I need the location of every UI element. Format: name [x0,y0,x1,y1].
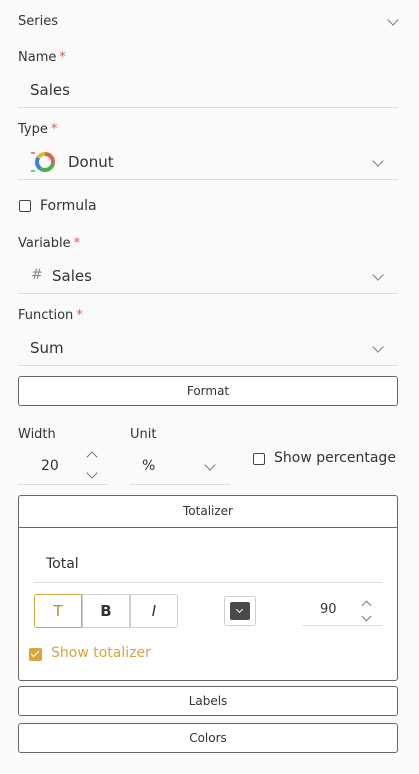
variable-label: Variable * [18,236,81,251]
totalizer-text-input[interactable]: Total [46,556,79,572]
type-underline [18,179,398,180]
chevron-down-icon[interactable] [204,459,216,471]
stepper-down-icon[interactable] [86,467,98,479]
unit-select[interactable]: % [142,458,155,474]
variable-underline [18,293,398,294]
formula-checkbox[interactable] [19,200,31,212]
colors-button[interactable]: Colors [18,723,398,753]
font-size-input[interactable]: 90 [320,602,337,617]
show-percentage-checkbox[interactable] [253,453,265,465]
color-picker[interactable] [224,596,256,626]
text-style-button[interactable]: T [34,594,82,628]
chevron-down-icon[interactable] [372,341,384,353]
formula-label: Formula [40,198,97,214]
unit-label: Unit [130,427,157,442]
type-select[interactable]: Donut [68,153,114,171]
totalizer-header[interactable]: Totalizer [18,495,398,528]
type-label: Type * [18,122,58,137]
stepper-up-icon[interactable] [86,451,98,463]
show-totalizer-label: Show totalizer [51,645,151,661]
format-button[interactable]: Format [18,376,398,406]
name-underline [18,107,398,108]
function-underline [18,365,398,366]
donut-chart-icon [30,149,58,175]
font-size-underline [302,625,382,626]
labels-button[interactable]: Labels [18,686,398,716]
chevron-down-icon[interactable] [387,14,399,26]
width-underline [18,484,108,485]
width-input[interactable]: 20 [41,458,59,474]
function-select[interactable]: Sum [30,339,64,357]
name-label: Name * [18,50,66,65]
check-icon [30,648,40,658]
show-totalizer-checkbox[interactable] [29,648,42,661]
variable-select[interactable]: Sales [52,267,92,285]
name-input[interactable]: Sales [30,81,70,99]
bold-button[interactable]: B [82,594,130,628]
show-percentage-label: Show percentage [274,450,396,466]
hash-icon: # [31,267,43,283]
function-label: Function * [18,308,83,323]
series-title: Series [18,14,58,29]
totalizer-text-underline [34,582,382,583]
unit-underline [130,484,230,485]
width-label: Width [18,427,56,442]
italic-button[interactable]: I [130,594,178,628]
chevron-down-icon[interactable] [372,155,384,167]
chevron-down-icon[interactable] [372,269,384,281]
